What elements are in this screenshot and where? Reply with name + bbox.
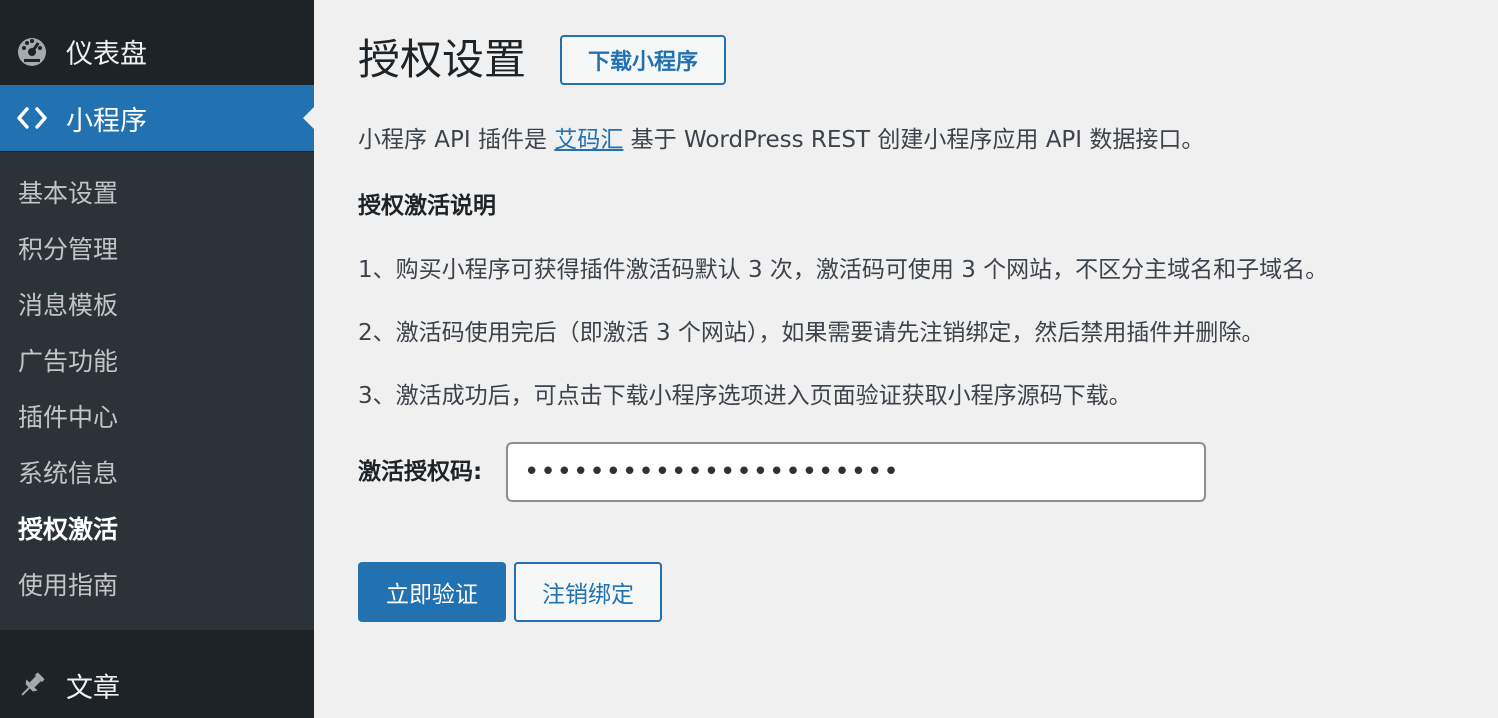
unbind-button[interactable]: 注销绑定: [514, 562, 662, 622]
submenu-item-license[interactable]: 授权激活: [18, 510, 118, 550]
menu-item-posts[interactable]: 文章: [0, 652, 314, 718]
intro-text-before: 小程序 API 插件是: [358, 127, 555, 153]
menu-item-posts-label: 文章: [66, 672, 120, 704]
dashboard-gauge-icon: [14, 33, 50, 69]
download-miniprogram-button[interactable]: 下载小程序: [560, 35, 726, 85]
admin-sidebar: 仪表盘 小程序 基本设置 积分管理 消息模板 广告功能 插件中心 系统信息 授权…: [0, 0, 314, 718]
submenu-item-message-templates[interactable]: 消息模板: [18, 286, 118, 326]
author-link[interactable]: 艾码汇: [554, 127, 623, 153]
submenu-item-basic-settings[interactable]: 基本设置: [18, 174, 118, 214]
instruction-step: 3、激活成功后，可点击下载小程序选项进入页面验证获取小程序源码下载。: [358, 383, 1132, 409]
submenu-item-plugins[interactable]: 插件中心: [18, 398, 118, 438]
page-title: 授权设置: [358, 35, 527, 84]
intro-text-after: 基于 WordPress REST 创建小程序应用 API 数据接口。: [623, 127, 1205, 153]
main-content: 授权设置 下载小程序 小程序 API 插件是 艾码汇 基于 WordPress …: [314, 0, 1498, 718]
pushpin-icon: [14, 667, 50, 703]
code-brackets-icon: [14, 100, 50, 136]
license-code-label: 激活授权码:: [358, 459, 483, 485]
instruction-step: 2、激活码使用完后（即激活 3 个网站），如果需要请先注销绑定，然后禁用插件并删…: [358, 320, 1265, 346]
verify-button[interactable]: 立即验证: [358, 562, 506, 622]
license-code-input[interactable]: [506, 442, 1206, 502]
menu-item-dashboard-label: 仪表盘: [66, 38, 147, 70]
submenu-item-ads[interactable]: 广告功能: [18, 342, 118, 382]
menu-item-miniprogram-label: 小程序: [66, 105, 147, 137]
instruction-step: 1、购买小程序可获得插件激活码默认 3 次，激活码可使用 3 个网站，不区分主域…: [358, 257, 1329, 283]
intro-text: 小程序 API 插件是 艾码汇 基于 WordPress REST 创建小程序应…: [358, 120, 1204, 160]
submenu-item-system-info[interactable]: 系统信息: [18, 454, 118, 494]
submenu-item-points[interactable]: 积分管理: [18, 230, 118, 270]
miniprogram-submenu: 基本设置 积分管理 消息模板 广告功能 插件中心 系统信息 授权激活 使用指南: [0, 152, 314, 630]
menu-item-miniprogram[interactable]: 小程序: [0, 85, 314, 151]
section-heading: 授权激活说明: [358, 193, 496, 219]
menu-item-dashboard[interactable]: 仪表盘: [0, 18, 314, 84]
submenu-item-guide[interactable]: 使用指南: [18, 566, 118, 606]
